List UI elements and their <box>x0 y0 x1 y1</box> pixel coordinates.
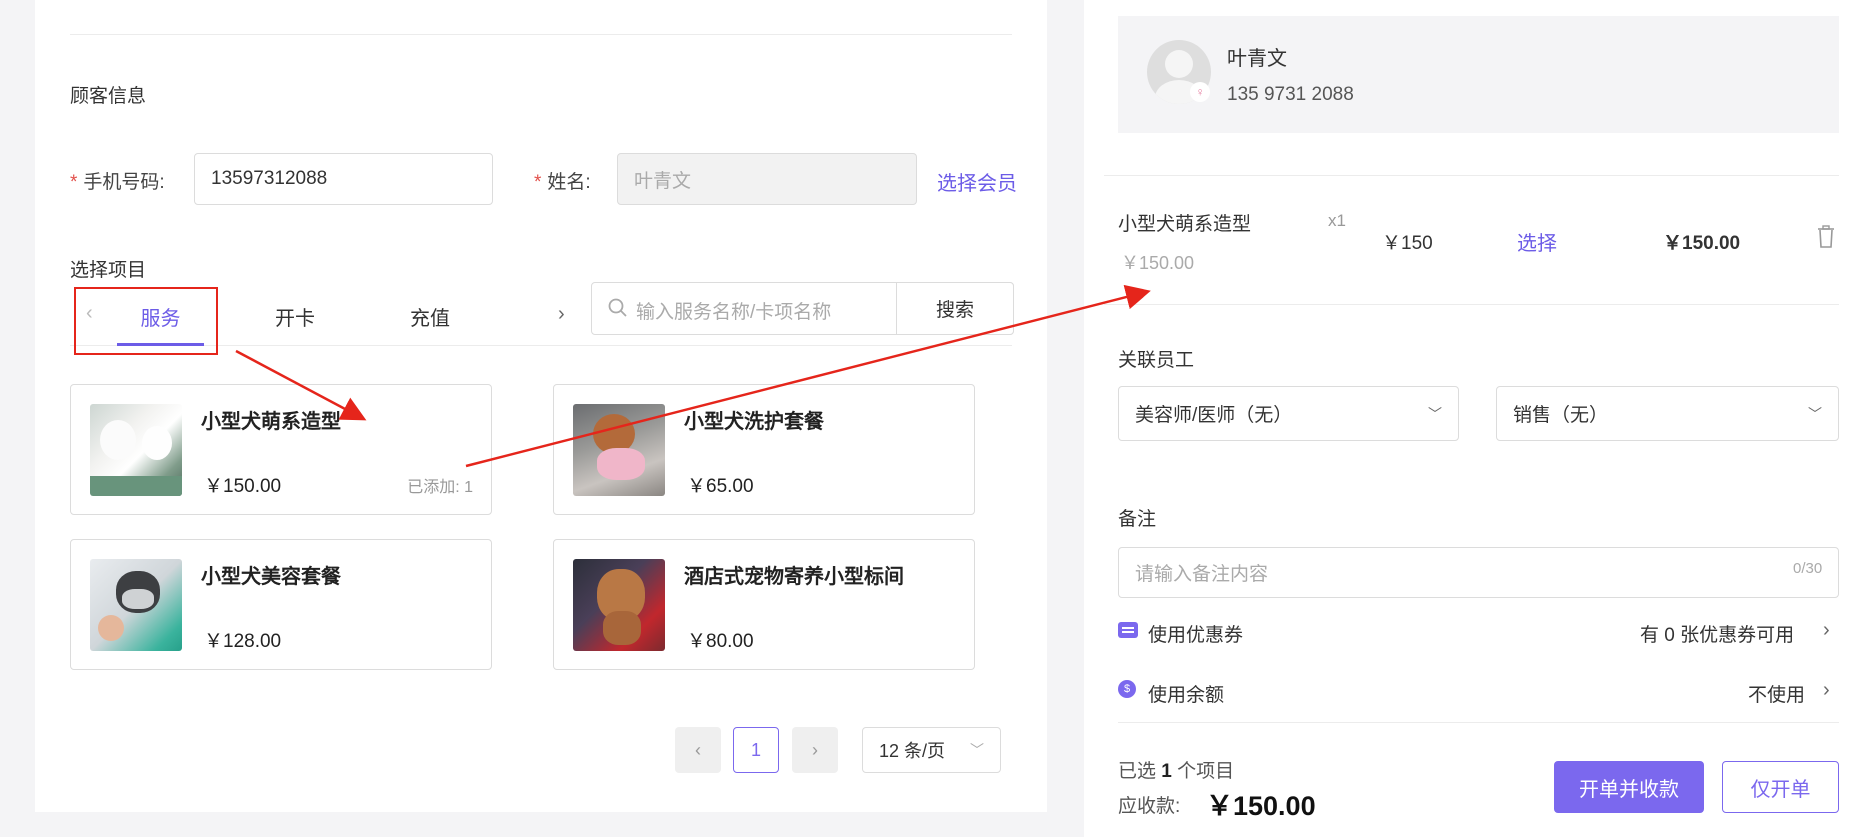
groomer-select-value: 美容师/医师（无） <box>1135 405 1293 426</box>
selected-count: 1 <box>1161 761 1172 782</box>
groomer-select[interactable]: 美容师/医师（无） ﹀ <box>1118 386 1459 441</box>
search-icon <box>608 298 627 317</box>
chevron-down-icon: ﹀ <box>1808 405 1822 422</box>
service-thumbnail <box>573 559 665 651</box>
selected-suffix: 个项目 <box>1177 761 1235 782</box>
order-only-button[interactable]: 仅开单 <box>1722 761 1839 813</box>
coupon-label: 使用优惠券 <box>1148 625 1244 646</box>
page-1-button[interactable]: 1 <box>733 727 779 773</box>
sales-select[interactable]: 销售（无） ﹀ <box>1496 386 1839 441</box>
required-mark: * <box>70 172 78 193</box>
chevron-right-icon[interactable]: › <box>1823 679 1830 702</box>
customer-section-title: 顾客信息 <box>70 86 147 107</box>
search-button[interactable]: 搜索 <box>896 282 1014 335</box>
divider <box>1104 304 1839 305</box>
order-item-total: ￥150.00 <box>1663 233 1741 254</box>
order-item-unit-price: ￥150 <box>1382 233 1433 254</box>
page-size-value: 12 条/页 <box>879 741 946 761</box>
member-phone: 135 9731 2088 <box>1227 84 1354 105</box>
remark-label: 备注 <box>1118 509 1157 530</box>
phone-label: * 手机号码: <box>70 167 165 194</box>
service-price: ￥128.00 <box>204 631 282 652</box>
service-thumbnail <box>90 404 182 496</box>
name-label: * 姓名: <box>534 167 591 194</box>
divider <box>1118 722 1839 723</box>
name-input-value: 叶青文 <box>634 170 692 192</box>
divider <box>1104 175 1839 176</box>
next-page-button[interactable]: › <box>792 727 838 773</box>
page-size-select[interactable]: 12 条/页 ﹀ <box>862 727 1001 773</box>
top-divider <box>70 34 1012 35</box>
phone-input-value: 13597312088 <box>211 168 328 189</box>
added-count: 已添加: 1 <box>407 479 473 496</box>
items-section-title: 选择项目 <box>70 260 147 281</box>
service-price: ￥80.00 <box>687 631 754 652</box>
name-input[interactable]: 叶青文 <box>617 153 917 205</box>
service-card[interactable]: 酒店式宠物寄养小型标间 ￥80.00 <box>553 539 975 670</box>
staff-label: 关联员工 <box>1118 350 1195 371</box>
service-card[interactable]: 小型犬美容套餐 ￥128.00 <box>70 539 492 670</box>
phone-label-text: 手机号码: <box>83 172 165 193</box>
remark-input[interactable]: 请输入备注内容 <box>1118 547 1839 598</box>
search-placeholder: 输入服务名称/卡项名称 <box>636 302 832 323</box>
coupon-value[interactable]: 有 0 张优惠券可用 <box>1640 620 1794 647</box>
phone-input[interactable]: 13597312088 <box>194 153 493 205</box>
required-mark: * <box>534 172 542 193</box>
select-staff-link[interactable]: 选择 <box>1517 227 1557 256</box>
service-thumbnail <box>90 559 182 651</box>
service-price: ￥150.00 <box>204 476 282 497</box>
remark-counter: 0/30 <box>1793 560 1823 577</box>
selected-prefix: 已选 <box>1118 761 1157 782</box>
amount-due-label: 应收款: <box>1118 796 1181 817</box>
trash-icon[interactable] <box>1816 225 1836 249</box>
chevron-down-icon: ﹀ <box>1428 405 1442 422</box>
service-thumbnail <box>573 404 665 496</box>
annotation-highlight-box <box>74 287 218 355</box>
member-name: 叶青文 <box>1227 48 1287 70</box>
checkout-button[interactable]: 开单并收款 <box>1554 761 1704 813</box>
service-price: ￥65.00 <box>687 476 754 497</box>
service-name: 小型犬美容套餐 <box>201 566 341 588</box>
service-name: 小型犬萌系造型 <box>201 411 341 433</box>
coupon-icon <box>1118 622 1138 638</box>
balance-value[interactable]: 不使用 <box>1748 680 1805 707</box>
chevron-right-icon[interactable]: › <box>1823 619 1830 642</box>
service-card[interactable]: 小型犬萌系造型 ￥150.00 已添加: 1 <box>70 384 492 515</box>
gender-icon: ♀ <box>1190 82 1210 102</box>
sales-select-value: 销售（无） <box>1513 405 1609 426</box>
member-card: ♀ 叶青文 135 9731 2088 <box>1118 16 1839 133</box>
balance-label: 使用余额 <box>1148 685 1225 706</box>
tab-recharge[interactable]: 充值 <box>390 302 470 331</box>
order-item-name: 小型犬萌系造型 <box>1118 214 1252 235</box>
service-name: 酒店式宠物寄养小型标间 <box>684 566 904 588</box>
chevron-down-icon: ﹀ <box>970 742 984 758</box>
tab-next-icon[interactable]: › <box>558 303 565 326</box>
service-card[interactable]: 小型犬洗护套餐 ￥65.00 <box>553 384 975 515</box>
name-label-text: 姓名: <box>547 172 591 193</box>
order-item-orig-price: ￥150.00 <box>1121 253 1195 273</box>
tab-card[interactable]: 开卡 <box>255 302 335 331</box>
select-member-link[interactable]: 选择会员 <box>937 167 1017 196</box>
order-item-qty: x1 <box>1328 211 1346 230</box>
remark-placeholder: 请输入备注内容 <box>1135 564 1269 585</box>
service-name: 小型犬洗护套餐 <box>684 411 824 433</box>
selected-count-text: 已选 1 个项目 <box>1118 756 1234 783</box>
wallet-icon: $ <box>1118 680 1136 698</box>
prev-page-button[interactable]: ‹ <box>675 727 721 773</box>
amount-due-value: ￥150.00 <box>1206 791 1316 821</box>
